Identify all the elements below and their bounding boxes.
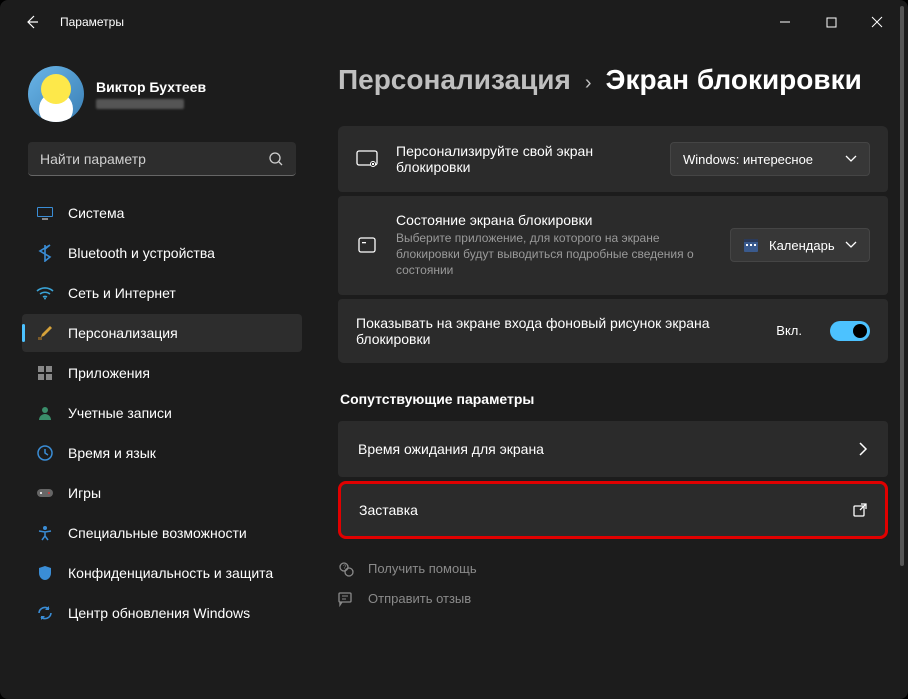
sidebar-item-label: Сеть и Интернет [68,285,176,301]
sidebar-item-label: Центр обновления Windows [68,605,250,621]
dropdown-background-type[interactable]: Windows: интересное [670,142,870,176]
link-screensaver[interactable]: Заставка [338,481,888,539]
setting-title: Состояние экрана блокировки [396,212,712,228]
profile-info: Виктор Бухтеев [96,79,206,109]
link-label: Заставка [359,502,418,518]
sidebar-item-bluetooth[interactable]: Bluetooth и устройства [22,234,302,272]
link-get-help[interactable]: ? Получить помощь [338,561,888,577]
sidebar-item-label: Конфиденциальность и защита [68,565,273,581]
sidebar-item-label: Приложения [68,365,150,381]
link-label: Время ожидания для экрана [358,441,544,457]
profile-section[interactable]: Виктор Бухтеев [22,52,302,142]
minimize-button[interactable] [762,6,808,38]
maximize-button[interactable] [808,6,854,38]
calendar-icon [743,237,759,253]
related-heading: Сопутствующие параметры [340,391,888,407]
chevron-down-icon [845,241,857,249]
status-icon [356,234,378,256]
sidebar-item-update[interactable]: Центр обновления Windows [22,594,302,632]
scrollbar[interactable] [900,6,904,646]
avatar [28,66,84,122]
sidebar-item-label: Время и язык [68,445,156,461]
chevron-down-icon [845,155,857,163]
maximize-icon [826,17,837,28]
footer-links: ? Получить помощь Отправить отзыв [338,561,888,607]
search-input[interactable] [40,151,268,167]
scrollbar-thumb[interactable] [900,6,904,566]
setting-title: Персонализируйте свой экран блокировки [396,143,652,175]
window-controls [762,6,900,38]
nav-list: Система Bluetooth и устройства Сеть и Ин… [22,194,302,632]
sidebar: Виктор Бухтеев Система Bluetooth и устро… [0,44,310,699]
footer-link-label: Отправить отзыв [368,591,471,606]
sidebar-item-label: Bluetooth и устройства [68,245,215,261]
picture-icon [356,148,378,170]
settings-window: Параметры Виктор Бухтеев [0,0,908,699]
sidebar-item-accounts[interactable]: Учетные записи [22,394,302,432]
sidebar-item-label: Специальные возможности [68,525,247,541]
search-box[interactable] [28,142,296,176]
page-title: Экран блокировки [606,64,862,96]
sidebar-item-personalization[interactable]: Персонализация [22,314,302,352]
link-screen-timeout[interactable]: Время ожидания для экрана [338,421,888,477]
accessibility-icon [36,524,54,542]
help-icon: ? [338,561,354,577]
shield-icon [36,564,54,582]
sidebar-item-apps[interactable]: Приложения [22,354,302,392]
breadcrumb: Персонализация › Экран блокировки [338,64,888,96]
person-icon [36,404,54,422]
sidebar-item-label: Игры [68,485,101,501]
main-content: Персонализация › Экран блокировки Персон… [310,44,908,699]
sidebar-item-label: Учетные записи [68,405,172,421]
dropdown-value: Windows: интересное [683,152,813,167]
dropdown-status-app[interactable]: Календарь [730,228,870,262]
bluetooth-icon [36,244,54,262]
sidebar-item-privacy[interactable]: Конфиденциальность и защита [22,554,302,592]
close-icon [871,16,883,28]
sidebar-item-gaming[interactable]: Игры [22,474,302,512]
sync-icon [36,604,54,622]
sidebar-item-network[interactable]: Сеть и Интернет [22,274,302,312]
footer-link-label: Получить помощь [368,561,477,576]
search-icon [268,151,284,167]
setting-lockscreen-status: Состояние экрана блокировки Выберите при… [338,196,888,295]
setting-subtitle: Выберите приложение, для которого на экр… [396,230,712,279]
external-link-icon [853,503,867,517]
setting-show-login-background: Показывать на экране входа фоновый рисун… [338,299,888,363]
back-button[interactable] [16,6,48,38]
sidebar-item-label: Система [68,205,124,221]
close-button[interactable] [854,6,900,38]
apps-icon [36,364,54,382]
sidebar-item-time[interactable]: Время и язык [22,434,302,472]
chevron-right-icon [858,442,868,456]
setting-personalize-lockscreen: Персонализируйте свой экран блокировки W… [338,126,888,192]
profile-email [96,99,184,109]
sidebar-item-accessibility[interactable]: Специальные возможности [22,514,302,552]
clock-icon [36,444,54,462]
monitor-icon [36,204,54,222]
setting-title: Показывать на экране входа фоновый рисун… [356,315,758,347]
dropdown-value: Календарь [769,238,835,253]
gamepad-icon [36,484,54,502]
titlebar: Параметры [0,0,908,44]
link-send-feedback[interactable]: Отправить отзыв [338,591,888,607]
toggle-show-background[interactable] [830,321,870,341]
sidebar-item-system[interactable]: Система [22,194,302,232]
paintbrush-icon [36,324,54,342]
toggle-state-label: Вкл. [776,323,802,338]
wifi-icon [36,284,54,302]
arrow-left-icon [24,14,40,30]
window-title: Параметры [60,15,124,29]
profile-name: Виктор Бухтеев [96,79,206,95]
chevron-right-icon: › [585,72,592,95]
feedback-icon [338,591,354,607]
sidebar-item-label: Персонализация [68,325,178,341]
breadcrumb-parent[interactable]: Персонализация [338,64,571,96]
minimize-icon [779,16,791,28]
